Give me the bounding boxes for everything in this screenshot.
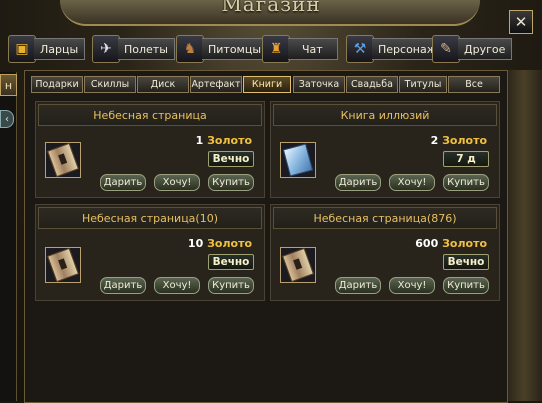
price-currency: Золото <box>442 134 487 147</box>
price-amount: 1 <box>195 134 204 147</box>
category-flights[interactable]: ✈ Полеты <box>92 34 175 64</box>
subtab-titles[interactable]: Титулы <box>399 76 447 93</box>
want-button[interactable]: Хочу! <box>389 277 435 294</box>
category-chat[interactable]: ♜ Чат <box>262 34 338 64</box>
item-price: 1 Золото <box>196 134 252 147</box>
wing-icon: ✈ <box>92 35 120 63</box>
buy-button[interactable]: Купить <box>208 174 254 191</box>
item-icon[interactable] <box>280 142 316 178</box>
buy-button[interactable]: Купить <box>443 277 489 294</box>
item-icon[interactable] <box>45 142 81 178</box>
want-button[interactable]: Хочу! <box>154 277 200 294</box>
scroll-icon <box>46 142 80 178</box>
item-name: Небесная страница <box>38 104 262 126</box>
scroll-icon: ✎ <box>432 35 460 63</box>
item-price: 2 Золото <box>431 134 487 147</box>
item-icon[interactable] <box>280 247 316 283</box>
category-label: Чат <box>288 38 338 60</box>
subtab-skills[interactable]: Скиллы <box>84 76 136 93</box>
price-amount: 600 <box>415 237 439 250</box>
chest-icon: ▣ <box>8 35 36 63</box>
gift-button[interactable]: Дарить <box>100 277 146 294</box>
subtab-wedding[interactable]: Свадьба <box>346 76 398 93</box>
subtab-sharpening[interactable]: Заточка <box>293 76 345 93</box>
book-icon <box>282 143 314 177</box>
item-card: Небесная страница(876) 600 Золото Вечно … <box>270 204 500 301</box>
item-card: Небесная страница 1 Золото Вечно Дарить … <box>35 101 265 198</box>
character-icon: ⚒ <box>346 35 374 63</box>
want-button[interactable]: Хочу! <box>154 174 200 191</box>
subtab-all[interactable]: Все <box>448 76 500 93</box>
price-currency: Золото <box>442 237 487 250</box>
category-pets[interactable]: ♞ Питомцы <box>176 34 269 64</box>
buy-button[interactable]: Купить <box>208 277 254 294</box>
item-duration: 7 д <box>443 151 489 167</box>
item-duration: Вечно <box>443 254 489 270</box>
collapse-arrow-icon[interactable]: ‹ <box>0 110 14 128</box>
item-icon[interactable] <box>45 247 81 283</box>
category-label: Питомцы <box>202 38 269 60</box>
want-button[interactable]: Хочу! <box>389 174 435 191</box>
item-duration: Вечно <box>208 254 254 270</box>
close-button[interactable]: ✕ <box>509 10 533 34</box>
category-other[interactable]: ✎ Другое <box>432 34 513 64</box>
item-card: Книга иллюзий 2 Золото 7 д Дарить Хочу! … <box>270 101 500 198</box>
subtab-disk[interactable]: Диск <box>137 76 189 93</box>
category-bar: ▣ Ларцы ✈ Полеты ♞ Питомцы ♜ Чат ⚒ Персо… <box>0 34 542 68</box>
scroll-icon <box>46 247 80 283</box>
item-price: 10 Золото <box>188 237 252 250</box>
gift-button[interactable]: Дарить <box>100 174 146 191</box>
buy-button[interactable]: Купить <box>443 174 489 191</box>
price-amount: 2 <box>430 134 439 147</box>
item-price: 600 Золото <box>415 237 487 250</box>
left-panel-tab[interactable]: н <box>0 74 17 96</box>
subtab-books[interactable]: Книги <box>243 76 291 93</box>
subtab-artifact[interactable]: Артефакт <box>190 76 242 93</box>
category-label: Ларцы <box>34 38 86 60</box>
gift-button[interactable]: Дарить <box>335 277 381 294</box>
window-title: Магазин <box>221 0 321 16</box>
gift-button[interactable]: Дарить <box>335 174 381 191</box>
right-frame-ornament <box>506 70 542 401</box>
price-currency: Золото <box>207 237 252 250</box>
category-label: Полеты <box>118 38 175 60</box>
scroll-icon <box>281 247 315 283</box>
item-name: Небесная страница(876) <box>273 207 497 229</box>
pet-icon: ♞ <box>176 35 204 63</box>
chat-icon: ♜ <box>262 35 290 63</box>
item-card: Небесная страница(10) 10 Золото Вечно Да… <box>35 204 265 301</box>
category-chests[interactable]: ▣ Ларцы <box>8 34 86 64</box>
subtab-gifts[interactable]: Подарки <box>31 76 83 93</box>
item-name: Небесная страница(10) <box>38 207 262 229</box>
category-character[interactable]: ⚒ Персонаж <box>346 34 444 64</box>
item-name: Книга иллюзий <box>273 104 497 126</box>
price-currency: Золото <box>207 134 252 147</box>
price-amount: 10 <box>187 237 204 250</box>
category-label: Другое <box>458 38 513 60</box>
item-duration: Вечно <box>208 151 254 167</box>
